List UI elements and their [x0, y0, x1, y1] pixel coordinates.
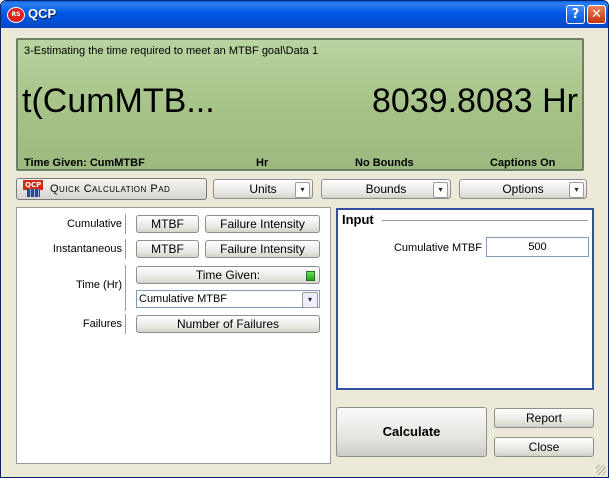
input-legend: Input: [342, 212, 374, 227]
time-label: Time (Hr): [75, 279, 122, 291]
report-button[interactable]: Report: [494, 408, 594, 428]
results-display: 3-Estimating the time required to meet a…: [16, 38, 584, 171]
cumulative-mtbf-input[interactable]: 500: [486, 237, 589, 257]
cumulative-mtbf-button[interactable]: MTBF: [136, 215, 199, 233]
calculation-options-panel: Cumulative MTBF Failure Intensity Instan…: [16, 207, 331, 464]
options-label: Options: [502, 182, 544, 196]
time-given-button[interactable]: Time Given:: [136, 266, 320, 284]
status-units: Hr: [256, 157, 269, 169]
result-label: t(CumMTB...: [22, 82, 215, 120]
instantaneous-mtbf-button[interactable]: MTBF: [136, 240, 199, 258]
status-time-given: Time Given: CumMTBF: [24, 157, 145, 169]
quick-calculation-pad-label: Quick Calculation Pad: [50, 183, 171, 195]
display-path: 3-Estimating the time required to meet a…: [24, 45, 319, 57]
bounds-button[interactable]: Bounds ▾: [321, 179, 451, 199]
result-value: 8039.8083 Hr: [371, 82, 578, 120]
window-title: QCP: [28, 6, 57, 21]
divider: [382, 220, 588, 221]
units-label: Units: [249, 182, 277, 196]
chevron-down-icon: ▾: [295, 182, 310, 198]
units-button[interactable]: Units ▾: [213, 179, 313, 199]
instantaneous-failure-intensity-button[interactable]: Failure Intensity: [205, 240, 320, 258]
options-button[interactable]: Options ▾: [459, 179, 587, 199]
failures-label: Failures: [82, 318, 122, 330]
chevron-down-icon: ▾: [569, 182, 584, 198]
title-bar[interactable]: RS QCP ? ✕: [1, 1, 608, 28]
status-captions: Captions On: [490, 157, 556, 169]
cumulative-failure-intensity-button[interactable]: Failure Intensity: [205, 215, 320, 233]
divider: [125, 239, 126, 259]
resize-grip-icon[interactable]: [596, 465, 606, 475]
instantaneous-label: Instantaneous: [52, 243, 122, 255]
chevron-down-icon[interactable]: ▾: [302, 292, 318, 308]
calculate-button[interactable]: Calculate: [336, 407, 487, 457]
divider: [125, 214, 126, 234]
bounds-label: Bounds: [365, 182, 407, 196]
divider: [125, 314, 126, 334]
qcp-window: RS QCP ? ✕ 3-Estimating the time require…: [0, 0, 609, 478]
qcp-logo-icon: QCP: [23, 180, 44, 198]
time-given-select[interactable]: Cumulative MTBF ▾: [136, 290, 320, 308]
number-of-failures-button[interactable]: Number of Failures: [136, 315, 320, 333]
cumulative-mtbf-field-label: Cumulative MTBF: [393, 242, 482, 254]
input-panel: Input Cumulative MTBF 500: [336, 208, 594, 390]
close-window-button[interactable]: ✕: [587, 5, 606, 24]
close-button[interactable]: Close: [494, 437, 594, 457]
help-button[interactable]: ?: [566, 5, 585, 24]
time-given-select-value: Cumulative MTBF: [139, 293, 228, 305]
status-bounds: No Bounds: [355, 157, 414, 169]
app-logo-icon: RS: [7, 7, 25, 23]
active-indicator-icon: [306, 271, 315, 281]
time-given-label: Time Given:: [195, 268, 261, 282]
cumulative-label: Cumulative: [66, 218, 122, 230]
qcp-grid-icon: [27, 189, 40, 197]
chevron-down-icon: ▾: [433, 182, 448, 198]
quick-calculation-pad-button[interactable]: QCP Quick Calculation Pad: [16, 178, 207, 200]
divider: [125, 265, 126, 311]
